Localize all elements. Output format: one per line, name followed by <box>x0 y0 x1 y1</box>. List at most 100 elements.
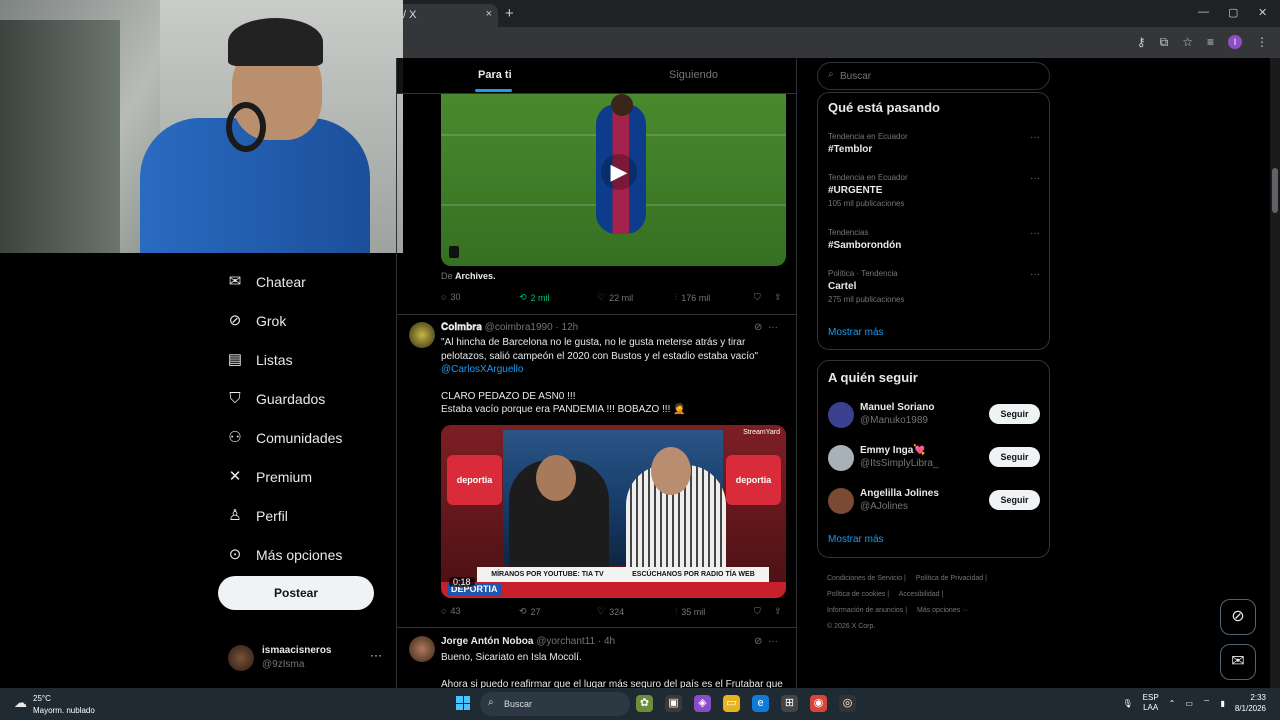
reply-button[interactable]: ○ 43 <box>441 606 460 616</box>
bookmark-button[interactable]: ⛉ <box>754 606 761 617</box>
grok-icon[interactable]: ⊘ <box>754 636 762 647</box>
bookmark-star-icon[interactable]: ☆ <box>1182 35 1193 50</box>
store-icon[interactable]: ⊞ <box>781 695 798 712</box>
trend-item[interactable]: Política · Tendencia Cartel 275 mil publ… <box>828 269 1040 304</box>
tweet2-mention[interactable]: @CarlosXArguello <box>441 363 787 377</box>
nav-item-premium[interactable]: ✕ Premium <box>218 457 342 496</box>
views-button[interactable]: ⫶ 176 mil <box>675 292 710 303</box>
source-link[interactable]: Archives. <box>455 271 496 281</box>
share-icon[interactable]: ⇪ <box>774 606 782 617</box>
profile-avatar[interactable]: I <box>1228 35 1242 49</box>
search-highlight-icon[interactable]: ✿ <box>636 695 653 712</box>
tweet2-quote: "Al hincha de Barcelona no le gusta, no … <box>441 337 759 362</box>
tab-following[interactable]: Siguiendo <box>669 69 718 81</box>
clock[interactable]: 2:33 8/1/2026 <box>1235 692 1266 714</box>
footer-link[interactable]: Condiciones de Servicio | <box>827 575 906 582</box>
follow-button[interactable]: Seguir <box>989 490 1040 510</box>
media-control-icon[interactable]: ≡ <box>1207 35 1214 50</box>
footer-link[interactable]: Política de Privacidad | <box>916 575 987 582</box>
battery-icon[interactable]: ▮ <box>1220 699 1224 708</box>
grok-fab-button[interactable]: ⊘ <box>1220 599 1256 635</box>
nav-item-bookmarks[interactable]: ⛉ Guardados <box>218 379 342 418</box>
tab-close-icon[interactable]: × <box>486 8 492 20</box>
language-indicator[interactable]: ESP LAA <box>1143 693 1159 713</box>
trend-more-icon[interactable]: ··· <box>1030 269 1040 280</box>
views-icon: ⫶ <box>675 292 678 302</box>
like-button[interactable]: ♡ 324 <box>597 606 624 617</box>
retweet-button[interactable]: ⟲ 27 <box>519 606 541 617</box>
more-icon[interactable]: ··· <box>768 322 778 333</box>
footer-link[interactable]: Información de anuncios | <box>827 607 907 614</box>
tweet1-video[interactable]: ▶ <box>441 94 786 266</box>
follow-suggestion[interactable]: Emmy Inga💘 @ItsSimplyLibra_ Seguir <box>828 445 1040 473</box>
windows-start-icon[interactable] <box>456 696 470 710</box>
tweet2-author[interactable]: 𝐂𝐨𝐢𝐦𝐛𝐫𝐚 <box>441 322 482 333</box>
footer-link[interactable]: Política de cookies | <box>827 591 889 598</box>
avatar[interactable] <box>409 636 435 662</box>
nav-item-more[interactable]: ⊙ Más opciones <box>218 535 343 574</box>
obs-icon[interactable]: ◎ <box>839 695 856 712</box>
browser-menu-icon[interactable]: ⋮ <box>1256 35 1268 50</box>
scrollbar-thumb[interactable] <box>1272 168 1278 213</box>
nav-item-grok[interactable]: ⊘ Grok <box>218 301 342 340</box>
browser-tab[interactable]: / X × <box>395 4 498 27</box>
trend-item[interactable]: Tendencias #Samborondón ··· <box>828 228 1040 251</box>
views-count: 176 mil <box>681 292 711 303</box>
close-window-button[interactable]: ✕ <box>1258 6 1267 19</box>
footer-link[interactable]: Más opciones ··· <box>917 607 969 614</box>
avatar[interactable] <box>409 322 435 348</box>
new-tab-button[interactable]: + <box>505 5 514 22</box>
chrome-icon[interactable]: ◉ <box>810 695 827 712</box>
more-icon[interactable]: ··· <box>768 636 778 647</box>
share-icon[interactable]: ⇪ <box>774 292 782 303</box>
tweet2-video[interactable]: deportia deportia StreamYard MÍRANOS POR… <box>441 425 786 598</box>
search-icon: ⌕ <box>488 697 494 708</box>
retweet-button[interactable]: ⟲ 2 mil <box>519 292 550 303</box>
trend-name: #Samborondón <box>828 240 902 251</box>
follow-button[interactable]: Seguir <box>989 404 1040 424</box>
nav-item-chat[interactable]: ✉ Chatear <box>218 262 342 301</box>
display-icon[interactable]: ▭ <box>1185 699 1193 708</box>
footer-link[interactable]: Accesibilidad | <box>899 591 944 598</box>
bookmark-button[interactable]: ⛉ <box>754 292 761 303</box>
taskbar-search[interactable]: ⌕ Buscar <box>480 692 630 716</box>
trend-more-icon[interactable]: ··· <box>1030 173 1040 184</box>
trend-item[interactable]: Tendencia en Ecuador #URGENTE 105 mil pu… <box>828 173 1040 208</box>
views-button[interactable]: ⫶ 35 mil <box>675 606 705 617</box>
trend-more-icon[interactable]: ··· <box>1030 228 1040 239</box>
tweet3-author[interactable]: Jorge Antón Noboa <box>441 636 533 647</box>
follow-suggestion[interactable]: Manuel Soriano @Manuko1989 Seguir <box>828 402 1040 430</box>
mic-icon[interactable]: 🎙 <box>1122 699 1132 708</box>
copilot-icon[interactable]: ◈ <box>694 695 711 712</box>
like-button[interactable]: ♡ 22 mil <box>597 292 633 303</box>
page-scrollbar[interactable] <box>1270 58 1280 688</box>
follow-button[interactable]: Seguir <box>989 447 1040 467</box>
wifi-icon[interactable]: ⌔ <box>1203 698 1211 708</box>
follow-show-more-link[interactable]: Mostrar más <box>828 534 884 545</box>
file-explorer-icon[interactable]: ▭ <box>723 695 740 712</box>
account-switcher[interactable]: ismaacisneros @9zIsma ··· <box>228 644 388 674</box>
trend-item[interactable]: Tendencia en Ecuador #Temblor ··· <box>828 132 1040 155</box>
install-app-icon[interactable]: ⧉ <box>1160 35 1169 50</box>
password-key-icon[interactable]: ⚷ <box>1137 35 1146 50</box>
maximize-button[interactable]: ▢ <box>1228 6 1238 19</box>
trends-show-more-link[interactable]: Mostrar más <box>828 327 884 338</box>
chevron-up-icon[interactable]: ⌃ <box>1169 699 1176 708</box>
minimize-button[interactable]: — <box>1198 6 1209 18</box>
play-icon[interactable]: ▶ <box>601 154 637 190</box>
messages-fab-button[interactable]: ✉ <box>1220 644 1256 680</box>
reply-button[interactable]: ○ 30 <box>441 292 460 302</box>
post-button[interactable]: Postear <box>218 576 374 610</box>
nav-item-profile[interactable]: ♙ Perfil <box>218 496 342 535</box>
follow-suggestion[interactable]: Angelilla Jolines @AJolines Seguir <box>828 488 1040 516</box>
edge-icon[interactable]: e <box>752 695 769 712</box>
tweet3-tools: ⊘ ··· <box>754 636 778 647</box>
grok-icon[interactable]: ⊘ <box>754 322 762 333</box>
search-input[interactable]: ⌕ Buscar <box>817 62 1050 90</box>
trend-more-icon[interactable]: ··· <box>1030 132 1040 143</box>
account-more-icon[interactable]: ··· <box>370 648 382 662</box>
nav-item-communities[interactable]: ⚇ Comunidades <box>218 418 342 457</box>
nav-item-lists[interactable]: ▤ Listas <box>218 340 342 379</box>
tab-for-you[interactable]: Para ti <box>478 69 512 81</box>
task-view-icon[interactable]: ▣ <box>665 695 682 712</box>
